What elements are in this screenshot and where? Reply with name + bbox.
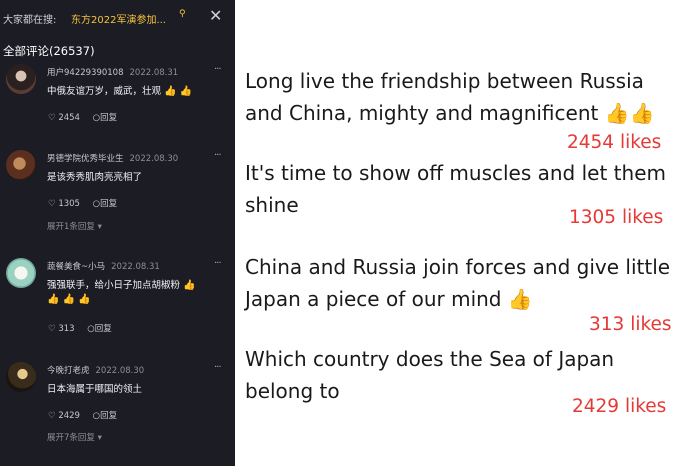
reply-button[interactable]: ○回复	[87, 324, 111, 334]
avatar[interactable]	[6, 362, 36, 392]
search-query-link[interactable]: 东方2022军演参加...	[71, 11, 166, 26]
reply-button[interactable]: ○回复	[93, 411, 117, 421]
comment-username[interactable]: 男德学院优秀毕业生	[47, 154, 124, 164]
thumbs-up-icon: 👍	[183, 280, 196, 291]
translation-likes: 313 likes	[589, 314, 672, 335]
like-button[interactable]: ♡ 2454	[48, 113, 80, 123]
translation-text: Long live the friendship between Russia …	[245, 69, 655, 125]
like-button[interactable]: ♡ 1305	[48, 199, 80, 209]
comment-username[interactable]: 今晚打老虎	[47, 366, 90, 376]
thumbs-up-icon: 👍 👍	[164, 86, 193, 97]
reply-button[interactable]: ○回复	[93, 199, 117, 209]
comment-text: 强强联手，给小日子加点胡椒粉	[47, 280, 181, 291]
chevron-down-icon: ▾	[97, 433, 102, 443]
comment-text: 日本海属于哪国的领土	[47, 384, 143, 395]
like-count: 313	[58, 324, 75, 334]
comment-username[interactable]: 蔬餐美食~小马	[47, 262, 105, 272]
translation-likes: 1305 likes	[569, 207, 664, 228]
comment-date: 2022.08.31	[111, 262, 160, 272]
thumbs-up-icon: 👍 👍 👍	[47, 294, 91, 305]
comment-date: 2022.08.30	[95, 366, 145, 376]
like-count: 1305	[58, 199, 80, 209]
avatar[interactable]	[6, 150, 36, 180]
comment-text: 中俄友谊万岁，威武，壮观	[47, 86, 162, 97]
expand-replies-link[interactable]: 展开7条回复 ▾	[47, 431, 102, 443]
comments-count-header: 全部评论(26537)	[3, 44, 95, 58]
expand-replies-link[interactable]: 展开1条回复 ▾	[47, 220, 102, 232]
chevron-down-icon: ▾	[97, 222, 102, 232]
like-button[interactable]: ♡ 2429	[48, 411, 80, 421]
translation-likes: 2429 likes	[572, 396, 667, 417]
search-icon[interactable]: ⚲	[179, 9, 186, 19]
more-options-icon[interactable]: ···	[214, 150, 221, 161]
comment-date: 2022.08.30	[129, 154, 179, 164]
close-icon[interactable]: ✕	[209, 6, 222, 25]
thumbs-up-icon: 👍👍	[604, 100, 655, 125]
search-prefix: 大家都在搜:	[3, 15, 57, 26]
more-options-icon[interactable]: ···	[214, 258, 221, 269]
reply-button[interactable]: ○回复	[93, 113, 117, 123]
like-count: 2429	[58, 411, 80, 421]
comment-date: 2022.08.31	[129, 68, 179, 78]
comment-username[interactable]: 用户94229390108	[47, 68, 124, 78]
comment-text: 是该秀秀肌肉亮亮相了	[47, 172, 143, 183]
avatar[interactable]	[6, 258, 36, 288]
like-button[interactable]: ♡ 313	[48, 324, 75, 334]
more-options-icon[interactable]: ···	[214, 64, 221, 75]
thumbs-up-icon: 👍	[507, 286, 533, 311]
avatar[interactable]	[6, 64, 36, 94]
comment-panel: 大家都在搜: 东方2022军演参加... ⚲ ✕ 全部评论(26537) 用户9…	[0, 0, 235, 466]
translation-text: China and Russia join forces and give li…	[245, 255, 671, 311]
translation-likes: 2454 likes	[567, 132, 662, 153]
more-options-icon[interactable]: ···	[214, 362, 221, 373]
search-suggestion-bar[interactable]: 大家都在搜: 东方2022军演参加... ⚲ ✕	[3, 6, 231, 28]
like-count: 2454	[58, 113, 80, 123]
